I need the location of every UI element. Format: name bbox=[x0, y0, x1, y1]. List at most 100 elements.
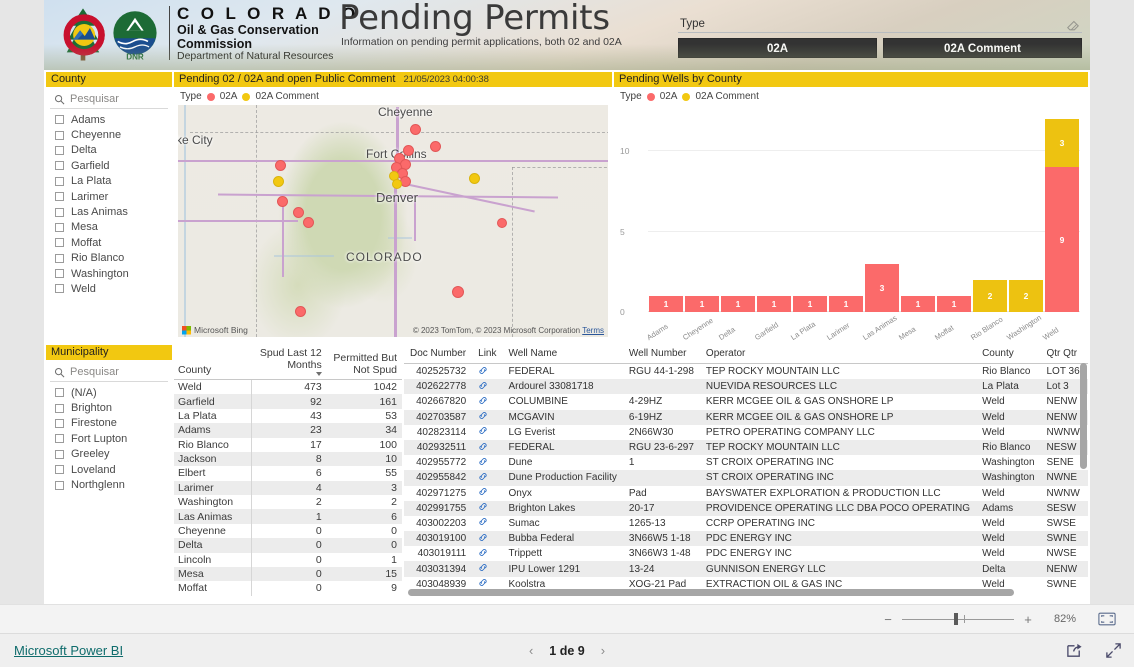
chart-bar[interactable]: 1 bbox=[721, 295, 755, 312]
chart-bar-segment[interactable]: 1 bbox=[757, 295, 791, 312]
link-icon[interactable] bbox=[478, 548, 488, 557]
table-row[interactable]: 402955772 Dune 1 ST CROIX OPERATING INC Wash… bbox=[404, 455, 1088, 470]
link-icon[interactable] bbox=[478, 563, 488, 572]
municipality-slicer-item[interactable]: (N/A) bbox=[50, 385, 168, 400]
map-pin[interactable] bbox=[295, 306, 306, 317]
zoom-slider[interactable] bbox=[902, 613, 1014, 625]
table-row[interactable]: 402955842 Dune Production Facility ST CROI… bbox=[404, 470, 1088, 486]
county-slicer-item[interactable]: Moffat bbox=[50, 235, 168, 250]
municipality-slicer-item[interactable]: Fort Lupton bbox=[50, 431, 168, 446]
chart-bar-segment[interactable]: 1 bbox=[901, 295, 935, 312]
map-pin[interactable] bbox=[277, 196, 288, 207]
link-icon[interactable] bbox=[478, 517, 488, 526]
chart-bar[interactable]: 1 bbox=[793, 295, 827, 312]
detail-table-scroll-container[interactable]: Doc Number Link Well Name Well Number Op… bbox=[404, 345, 1088, 600]
checkbox[interactable] bbox=[55, 449, 64, 459]
detail-col-county[interactable]: County bbox=[976, 345, 1041, 364]
county-slicer-item[interactable]: Garfield bbox=[50, 158, 168, 173]
chart-bar[interactable]: 1 bbox=[757, 295, 791, 312]
county-slicer-item[interactable]: Mesa bbox=[50, 220, 168, 235]
table-row[interactable]: Jackson 8 10 bbox=[174, 451, 402, 467]
table-row[interactable]: 402525732 FEDERAL RGU 44-1-298 TEP ROCKY MO… bbox=[404, 364, 1088, 380]
link-icon[interactable] bbox=[478, 578, 488, 587]
link-icon[interactable] bbox=[478, 381, 488, 390]
chart-bar-segment[interactable]: 9 bbox=[1045, 167, 1079, 312]
chart-bar-segment[interactable]: 1 bbox=[793, 295, 827, 312]
link-icon[interactable] bbox=[478, 457, 488, 466]
link-icon[interactable] bbox=[478, 533, 488, 542]
checkbox[interactable] bbox=[55, 388, 64, 398]
table-row[interactable]: 402971275 Onyx Pad BAYSWATER EXPLORATION & … bbox=[404, 486, 1088, 501]
municipality-slicer-item[interactable]: Greeley bbox=[50, 447, 168, 462]
table-row[interactable]: Lincoln 0 1 bbox=[174, 552, 402, 567]
map-surface[interactable]: Cheyenne ke City Fort Collins Denver COL… bbox=[178, 105, 608, 337]
table-row[interactable]: 402703587 MCGAVIN 6-19HZ KERR MCGEE OIL & G… bbox=[404, 409, 1088, 425]
checkbox[interactable] bbox=[55, 465, 64, 475]
checkbox[interactable] bbox=[55, 145, 64, 155]
checkbox[interactable] bbox=[55, 222, 64, 232]
chart-bar-segment[interactable]: 2 bbox=[973, 279, 1007, 312]
county-slicer-item[interactable]: Delta bbox=[50, 143, 168, 158]
checkbox[interactable] bbox=[55, 176, 64, 186]
fit-to-page-icon[interactable] bbox=[1098, 612, 1116, 626]
checkbox[interactable] bbox=[55, 207, 64, 217]
checkbox[interactable] bbox=[55, 403, 64, 413]
detail-col-well-name[interactable]: Well Name bbox=[502, 345, 623, 364]
checkbox[interactable] bbox=[55, 284, 64, 294]
type-option-02a-comment[interactable]: 02A Comment bbox=[883, 38, 1082, 58]
link-icon[interactable] bbox=[478, 442, 488, 451]
table-row[interactable]: 402932511 FEDERAL RGU 23-6-297 TEP ROCKY MO… bbox=[404, 439, 1088, 456]
chart-bar-segment[interactable]: 1 bbox=[937, 295, 971, 312]
map-pin[interactable] bbox=[273, 176, 284, 187]
table-row[interactable]: 403031394 IPU Lower 1291 13-24 GUNNISON ENE… bbox=[404, 561, 1088, 577]
county-slicer-item[interactable]: La Plata bbox=[50, 174, 168, 189]
zoom-slider-handle[interactable] bbox=[954, 613, 958, 625]
county-slicer-item[interactable]: Cheyenne bbox=[50, 127, 168, 142]
share-icon[interactable] bbox=[1066, 642, 1083, 659]
map-pin[interactable] bbox=[469, 173, 480, 184]
map-pin[interactable] bbox=[293, 207, 304, 218]
chart-bar[interactable]: 2 bbox=[1009, 279, 1043, 312]
table-row[interactable]: 403019111 Trippett 3N66W3 1-48 PDC ENERGY I… bbox=[404, 546, 1088, 561]
detail-col-section[interactable]: Section bbox=[1085, 345, 1088, 364]
detail-col-doc-number[interactable]: Doc Number bbox=[404, 345, 473, 364]
detail-col-well-number[interactable]: Well Number bbox=[622, 345, 700, 364]
power-bi-brand-link[interactable]: Microsoft Power BI bbox=[14, 643, 123, 658]
zoom-in-button[interactable]: + bbox=[1022, 612, 1034, 627]
county-slicer-item[interactable]: Larimer bbox=[50, 189, 168, 204]
checkbox[interactable] bbox=[55, 269, 64, 279]
checkbox[interactable] bbox=[55, 253, 64, 263]
legend-label-02a[interactable]: 02A bbox=[660, 91, 678, 102]
previous-page-button[interactable]: ‹ bbox=[529, 643, 533, 658]
map-pin[interactable] bbox=[497, 218, 507, 228]
chart-bar-segment[interactable]: 3 bbox=[1045, 119, 1079, 168]
county-slicer-item[interactable]: Weld bbox=[50, 281, 168, 296]
checkbox[interactable] bbox=[55, 161, 64, 171]
map-pin[interactable] bbox=[275, 160, 286, 171]
county-slicer-item[interactable]: Las Animas bbox=[50, 204, 168, 219]
chart-bar-segment[interactable]: 2 bbox=[1009, 279, 1043, 312]
municipality-search-input[interactable]: Pesquisar bbox=[50, 364, 168, 382]
county-search-input[interactable]: Pesquisar bbox=[50, 91, 168, 109]
table-row[interactable]: 403019100 Bubba Federal 3N66W5 1-18 PDC ENE… bbox=[404, 531, 1088, 547]
link-icon[interactable] bbox=[478, 396, 488, 405]
table-row[interactable]: Mesa 0 15 bbox=[174, 566, 402, 582]
checkbox[interactable] bbox=[55, 130, 64, 140]
table-row[interactable]: Adams 23 34 bbox=[174, 423, 402, 438]
chart-bar-segment[interactable]: 3 bbox=[865, 263, 899, 312]
map-pin[interactable] bbox=[430, 141, 441, 152]
link-icon[interactable] bbox=[478, 472, 488, 481]
chart-bar-segment[interactable]: 1 bbox=[721, 295, 755, 312]
municipality-slicer-item[interactable]: Loveland bbox=[50, 462, 168, 477]
fullscreen-icon[interactable] bbox=[1105, 642, 1122, 659]
table-row[interactable]: 402667820 COLUMBINE 4-29HZ KERR MCGEE OIL &… bbox=[404, 394, 1088, 409]
legend-swatch-02a-comment[interactable] bbox=[682, 92, 691, 101]
chart-plot-area[interactable]: 0 5 10 1 Adams 1 Cheyenne 1 Delta 1 Garfield 1 La Pl… bbox=[614, 105, 1088, 344]
legend-swatch-02a[interactable] bbox=[646, 92, 655, 101]
chart-bar-segment[interactable]: 1 bbox=[685, 295, 719, 312]
checkbox[interactable] bbox=[55, 434, 64, 444]
checkbox[interactable] bbox=[55, 480, 64, 490]
link-icon[interactable] bbox=[478, 502, 488, 511]
table-row[interactable]: 402991755 Brighton Lakes 20-17 PROVIDENCE O… bbox=[404, 500, 1088, 516]
table-row[interactable]: Delta 0 0 bbox=[174, 538, 402, 553]
